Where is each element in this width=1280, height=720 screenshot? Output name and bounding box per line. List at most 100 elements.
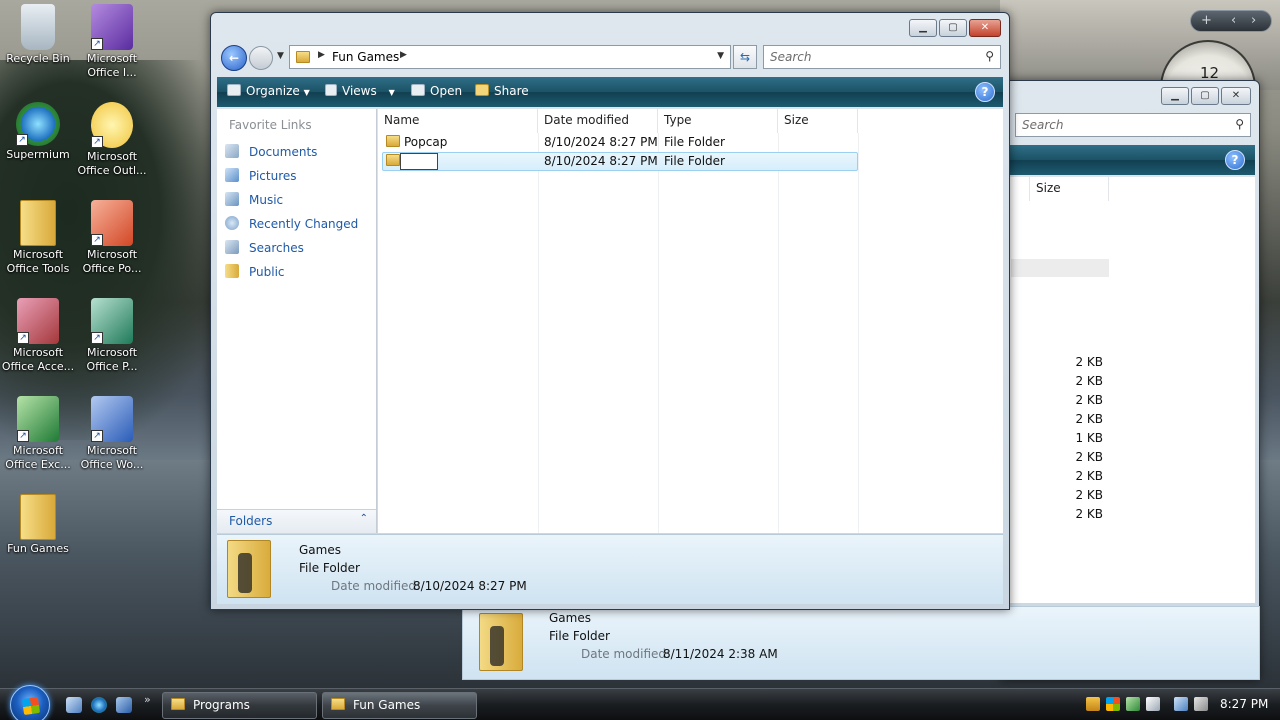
desktop-icon-office-access[interactable]: ↗ Microsoft Office Acce... [0, 298, 76, 374]
help-icon[interactable]: ? [975, 82, 995, 102]
taskbar-clock[interactable]: 8:27 PM [1220, 697, 1268, 711]
file-list[interactable]: Size 2 KB 2 KB 2 KB 2 KB 1 KB 2 KB 2 KB … [1001, 177, 1255, 603]
tray-app-icon[interactable] [1126, 697, 1140, 711]
recently-changed-icon [225, 216, 239, 230]
desktop-icon-office-excel[interactable]: ↗ Microsoft Office Exc... [0, 396, 76, 472]
quicklaunch-icon[interactable] [66, 697, 82, 713]
security-shield-icon[interactable] [1086, 697, 1100, 711]
folder-icon [171, 698, 185, 710]
search-icon[interactable]: ⚲ [985, 49, 994, 63]
documents-icon [225, 144, 239, 158]
desktop-icon-supermium[interactable]: ↗ Supermium [0, 102, 76, 162]
desktop-icon-office-publisher[interactable]: ↗ Microsoft Office P... [74, 298, 150, 374]
close-button[interactable]: ✕ [969, 19, 1001, 37]
nav-link-music[interactable]: Music [225, 192, 283, 207]
search-input[interactable]: Search ⚲ [763, 45, 1001, 69]
views-button[interactable]: Views ▼ [325, 84, 395, 98]
address-dropdown-icon[interactable]: ▼ [717, 51, 724, 61]
public-folder-icon [225, 264, 239, 278]
list-item[interactable]: Popcap 8/10/2024 8:27 PM File Folder [382, 133, 858, 152]
network-icon[interactable] [1174, 697, 1188, 711]
file-date: 8/10/2024 8:27 PM [544, 154, 658, 168]
nav-link-public[interactable]: Public [225, 264, 285, 279]
shortcut-arrow-icon: ↗ [17, 332, 29, 344]
maximize-button[interactable]: ▢ [939, 19, 967, 37]
desktop-icon-recycle-bin[interactable]: Recycle Bin [0, 4, 76, 66]
column-divider [658, 133, 659, 533]
breadcrumb-separator-icon[interactable]: ▶ [318, 50, 325, 60]
sidebar-controls[interactable]: + ‹ › [1190, 10, 1272, 32]
background-window[interactable]: ▁ ▢ ✕ Search ⚲ ? Size 2 KB 2 KB 2 KB 2 K… [1000, 80, 1260, 680]
desktop-icon-fun-games[interactable]: Fun Games [0, 494, 76, 556]
forward-button[interactable] [249, 46, 273, 70]
windows-update-icon[interactable] [1106, 697, 1120, 711]
share-button[interactable]: Share [475, 84, 529, 98]
column-header-name[interactable]: Name [378, 109, 538, 133]
access-icon: ↗ [17, 298, 59, 344]
volume-muted-icon[interactable] [1194, 697, 1208, 711]
add-gadget-icon[interactable]: + [1201, 13, 1212, 28]
column-header-size[interactable]: Size [1029, 177, 1109, 201]
minimize-button[interactable]: ▁ [909, 19, 937, 37]
search-icon[interactable]: ⚲ [1235, 117, 1244, 131]
next-icon[interactable]: › [1251, 13, 1256, 28]
breadcrumb-separator-icon[interactable]: ▶ [400, 50, 407, 60]
recent-pages-chevron-icon[interactable]: ▼ [277, 51, 284, 61]
desktop-icon-label: Microsoft Office I... [86, 52, 138, 79]
taskbar-button-programs[interactable]: Programs [162, 692, 317, 719]
desktop-icon-office-i[interactable]: ↗ Microsoft Office I... [74, 4, 150, 80]
desktop-icon-office-powerpoint[interactable]: ↗ Microsoft Office Po... [74, 200, 150, 276]
shortcut-arrow-icon: ↗ [91, 430, 103, 442]
column-header-date[interactable]: Date modified [538, 109, 658, 133]
nav-link-recently-changed[interactable]: Recently Changed [225, 216, 358, 231]
desktop-icon-office-tools[interactable]: Microsoft Office Tools [0, 200, 76, 276]
show-desktop-icon[interactable] [116, 697, 132, 713]
desktop-icon-label: Fun Games [7, 542, 69, 555]
refresh-button[interactable]: ⇆ [733, 45, 757, 69]
help-icon[interactable]: ? [1225, 150, 1245, 170]
minimize-button[interactable]: ▁ [1161, 87, 1189, 105]
taskbar-button-fun-games[interactable]: Fun Games [322, 692, 477, 719]
column-header-size[interactable]: Size [778, 109, 858, 133]
desktop-icon-label: Supermium [6, 148, 70, 161]
quicklaunch-overflow-icon[interactable]: » [144, 693, 151, 706]
office-app-icon: ↗ [91, 4, 133, 50]
tray-app-icon[interactable] [1146, 697, 1160, 711]
search-input[interactable]: Search ⚲ [1015, 113, 1251, 137]
nav-link-pictures[interactable]: Pictures [225, 168, 297, 183]
file-type: File Folder [664, 154, 725, 168]
organize-button[interactable]: Organize ▼ [227, 84, 310, 98]
views-icon [325, 84, 337, 96]
details-date-value: 8/10/2024 8:27 PM [413, 579, 527, 593]
back-button[interactable]: ← [221, 45, 247, 71]
prev-icon[interactable]: ‹ [1231, 13, 1236, 28]
list-item-selected[interactable]: 8/10/2024 8:27 PM File Folder [382, 152, 858, 171]
column-label: Size [784, 113, 809, 127]
details-date-label: Date modified: [331, 579, 421, 593]
chevron-up-icon[interactable]: ⌃ [360, 513, 368, 524]
rename-input[interactable] [400, 153, 438, 170]
nav-link-searches[interactable]: Searches [225, 240, 304, 255]
maximize-button[interactable]: ▢ [1191, 87, 1219, 105]
column-header-type[interactable]: Type [658, 109, 778, 133]
details-date-label: Date modified: [581, 647, 671, 661]
column-label: Size [1036, 181, 1061, 195]
desktop-icon-office-word[interactable]: ↗ Microsoft Office Wo... [74, 396, 150, 472]
nav-link-documents[interactable]: Documents [225, 144, 317, 159]
open-button[interactable]: Open [411, 84, 462, 98]
folders-toggle[interactable]: Folders ⌃ [217, 509, 376, 533]
close-button[interactable]: ✕ [1221, 87, 1251, 105]
start-button[interactable] [10, 685, 50, 720]
desktop-icon-office-outlook[interactable]: ↗ Microsoft Office Outl... [74, 102, 150, 178]
breadcrumb-item[interactable]: Fun Games [332, 50, 399, 64]
desktop-icon-label: Recycle Bin [6, 52, 70, 65]
shortcut-arrow-icon: ↗ [91, 234, 103, 246]
supermium-icon[interactable] [91, 697, 107, 713]
desktop-icon-label: Microsoft Office Outl... [77, 150, 147, 177]
desktop-icon-label: Microsoft Office Tools [6, 248, 70, 275]
address-bar[interactable]: ▶ Fun Games ▶ ▼ [289, 45, 731, 69]
size-value: 2 KB [1075, 450, 1103, 464]
file-list[interactable]: Name Date modified Type Size Popcap 8/10… [378, 109, 1003, 533]
file-date: 8/10/2024 8:27 PM [544, 135, 658, 149]
explorer-window[interactable]: ▁ ▢ ✕ ← ▼ ▶ Fun Games ▶ ▼ ⇆ Search ⚲ Org… [210, 12, 1010, 610]
